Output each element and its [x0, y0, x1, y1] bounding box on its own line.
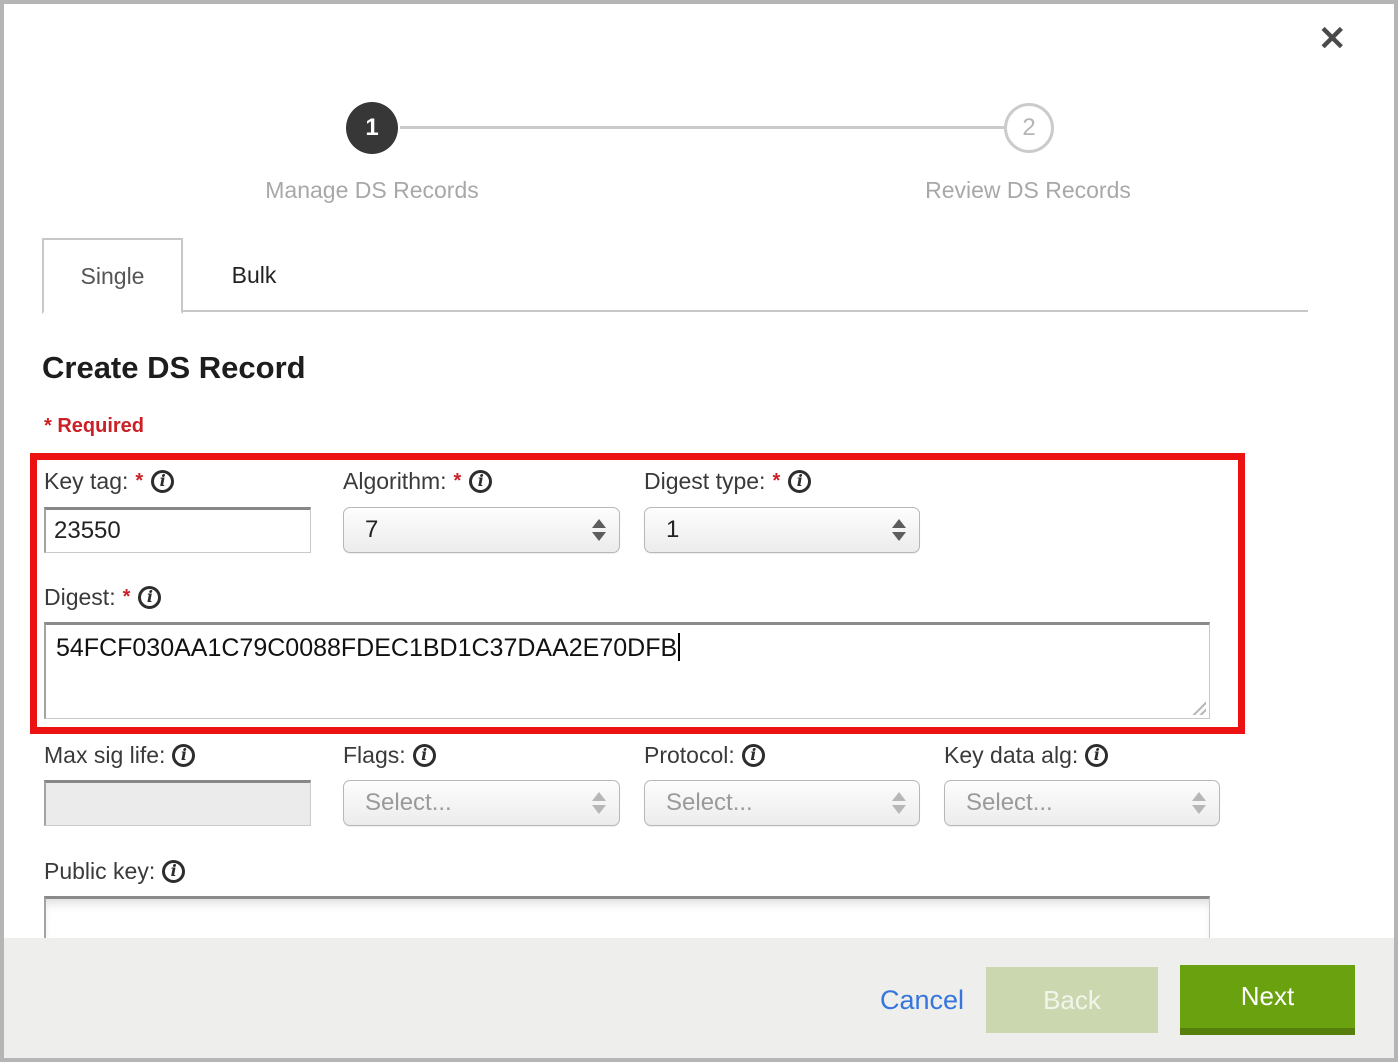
algorithm-select-value: 7: [365, 516, 592, 544]
stepper-connector: [400, 126, 1004, 129]
algorithm-label-text: Algorithm:: [343, 468, 447, 494]
key-data-alg-select[interactable]: Select...: [944, 780, 1220, 826]
algorithm-label: Algorithm: * i: [343, 468, 492, 495]
key-tag-label: Key tag: * i: [44, 468, 174, 495]
next-button[interactable]: Next: [1180, 965, 1355, 1035]
info-icon[interactable]: i: [138, 586, 161, 609]
step-1-label: Manage DS Records: [212, 177, 532, 204]
info-icon[interactable]: i: [413, 744, 436, 767]
tab-single[interactable]: Single: [42, 238, 183, 314]
public-key-label: Public key: i: [44, 858, 185, 885]
flags-label: Flags: i: [343, 742, 436, 769]
required-asterisk: *: [454, 470, 462, 492]
required-note: * Required: [44, 415, 144, 438]
spinner-arrows-icon: [892, 792, 906, 814]
info-icon[interactable]: i: [788, 470, 811, 493]
page-title: Create DS Record: [42, 350, 306, 386]
required-asterisk: *: [772, 470, 780, 492]
info-icon[interactable]: i: [1085, 744, 1108, 767]
digest-value: 54FCF030AA1C79C0088FDEC1BD1C37DAA2E70DFB: [56, 634, 677, 662]
back-button[interactable]: Back: [986, 967, 1158, 1033]
text-caret: [678, 633, 680, 661]
flags-select[interactable]: Select...: [343, 780, 620, 826]
tab-bulk[interactable]: Bulk: [183, 238, 325, 312]
digest-label-text: Digest:: [44, 584, 116, 610]
flags-label-text: Flags:: [343, 742, 406, 768]
digest-type-label-text: Digest type:: [644, 468, 765, 494]
spinner-arrows-icon: [1192, 792, 1206, 814]
protocol-label: Protocol: i: [644, 742, 765, 769]
protocol-select[interactable]: Select...: [644, 780, 920, 826]
info-icon[interactable]: i: [742, 744, 765, 767]
digest-type-select[interactable]: 1: [644, 507, 920, 553]
cancel-button[interactable]: Cancel: [880, 985, 964, 1016]
dialog-footer: Cancel Back Next: [0, 938, 1398, 1062]
max-sig-life-label-text: Max sig life:: [44, 742, 165, 768]
close-icon[interactable]: ✕: [1318, 22, 1347, 56]
required-asterisk: *: [135, 470, 143, 492]
max-sig-life-label: Max sig life: i: [44, 742, 195, 769]
required-asterisk: *: [123, 586, 131, 608]
digest-label: Digest: * i: [44, 584, 161, 611]
resize-handle-icon[interactable]: [1190, 699, 1206, 715]
step-1-indicator: 1: [346, 102, 398, 154]
digest-textarea[interactable]: 54FCF030AA1C79C0088FDEC1BD1C37DAA2E70DFB: [44, 622, 1210, 719]
create-ds-record-dialog: ✕ 1 2 Manage DS Records Review DS Record…: [0, 0, 1398, 1062]
protocol-label-text: Protocol:: [644, 742, 735, 768]
info-icon[interactable]: i: [162, 860, 185, 883]
key-data-alg-label: Key data alg: i: [944, 742, 1108, 769]
info-icon[interactable]: i: [469, 470, 492, 493]
flags-select-value: Select...: [365, 789, 592, 817]
algorithm-select[interactable]: 7: [343, 507, 620, 553]
tab-bar: Single Bulk: [42, 238, 1308, 312]
max-sig-life-input[interactable]: [44, 780, 311, 826]
info-icon[interactable]: i: [151, 470, 174, 493]
digest-type-label: Digest type: * i: [644, 468, 811, 495]
step-2-label: Review DS Records: [868, 177, 1188, 204]
key-data-alg-select-value: Select...: [966, 789, 1192, 817]
key-tag-input[interactable]: [44, 507, 311, 553]
info-icon[interactable]: i: [172, 744, 195, 767]
step-2-indicator: 2: [1004, 103, 1054, 153]
spinner-arrows-icon: [892, 519, 906, 541]
digest-type-select-value: 1: [666, 516, 892, 544]
key-data-alg-label-text: Key data alg:: [944, 742, 1078, 768]
public-key-label-text: Public key:: [44, 858, 155, 884]
protocol-select-value: Select...: [666, 789, 892, 817]
spinner-arrows-icon: [592, 519, 606, 541]
key-tag-label-text: Key tag:: [44, 468, 128, 494]
spinner-arrows-icon: [592, 792, 606, 814]
